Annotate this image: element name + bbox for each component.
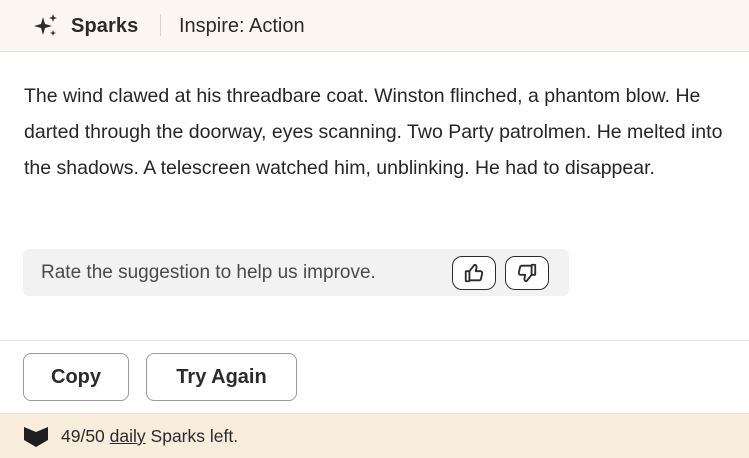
quota-footer: 49/50 daily Sparks left. xyxy=(0,413,749,458)
heart-logo-icon xyxy=(24,427,48,447)
thumbs-down-icon xyxy=(517,263,537,283)
rating-bar: Rate the suggestion to help us improve. xyxy=(23,249,569,296)
rating-prompt: Rate the suggestion to help us improve. xyxy=(41,262,376,283)
quota-suffix: Sparks left. xyxy=(150,426,239,446)
try-again-button[interactable]: Try Again xyxy=(146,353,297,401)
quota-text: 49/50 daily Sparks left. xyxy=(61,414,238,458)
copy-button[interactable]: Copy xyxy=(23,353,129,401)
suggestion-text: The wind clawed at his threadbare coat. … xyxy=(24,85,723,179)
brand-title: Sparks xyxy=(71,15,139,37)
mode-label: Inspire: Action xyxy=(179,15,305,37)
sparks-panel: Sparks Inspire: Action The wind clawed a… xyxy=(0,0,749,458)
header-divider xyxy=(160,14,161,36)
panel-header: Sparks Inspire: Action xyxy=(0,0,749,52)
thumbs-up-button[interactable] xyxy=(452,256,496,290)
daily-link[interactable]: daily xyxy=(110,426,146,446)
actions-divider xyxy=(0,340,749,341)
thumbs-up-icon xyxy=(464,263,484,283)
sparkles-icon xyxy=(34,14,57,36)
quota-count: 49/50 xyxy=(61,426,105,446)
thumbs-down-button[interactable] xyxy=(505,256,549,290)
